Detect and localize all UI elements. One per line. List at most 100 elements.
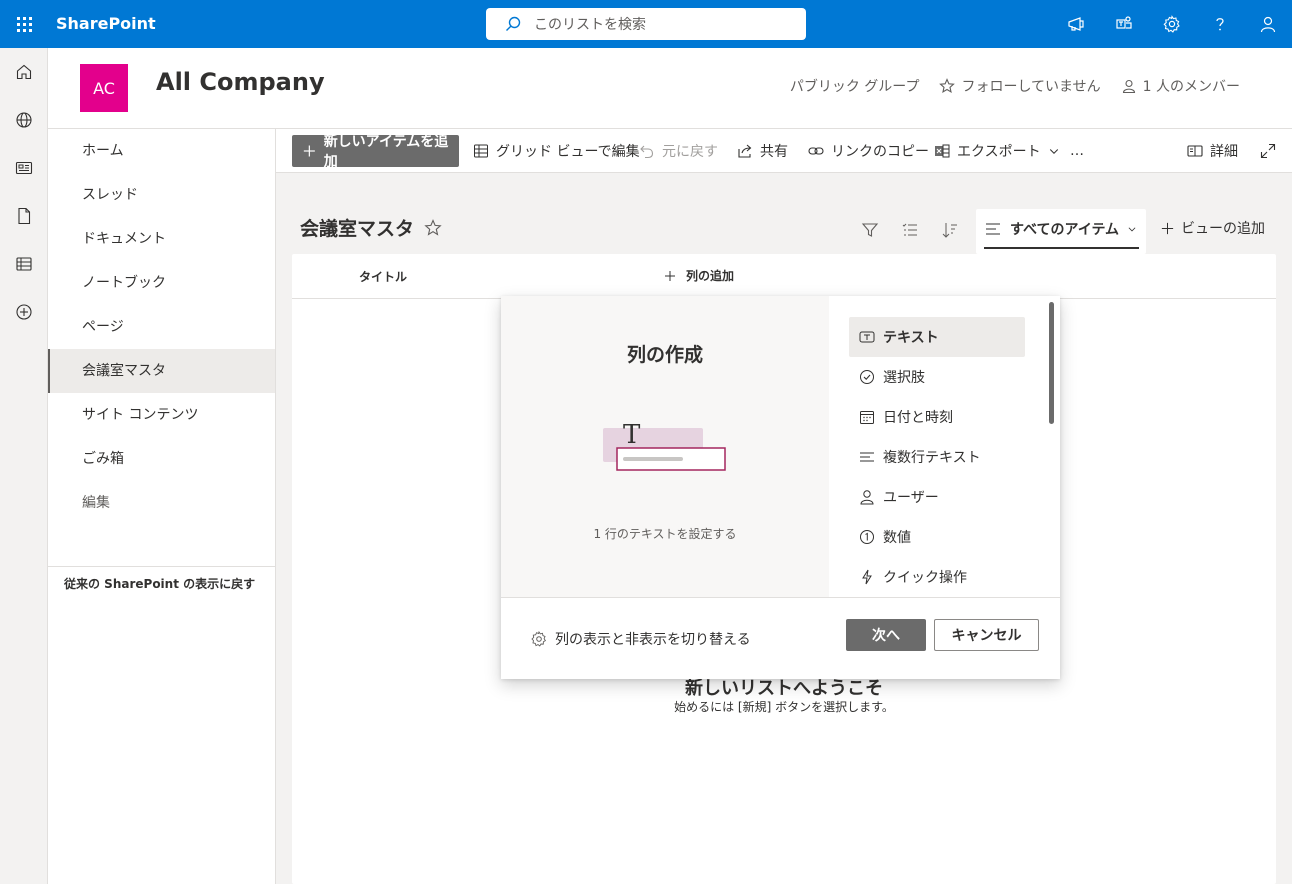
globe-icon	[16, 112, 32, 128]
rail-lists[interactable]	[0, 240, 48, 288]
share-button[interactable]: 共有	[737, 135, 788, 167]
multiline-text-icon	[860, 452, 874, 462]
nav-item-recycle-bin[interactable]: ごみ箱	[48, 437, 275, 481]
column-type-datetime[interactable]: 日付と時刻	[849, 397, 1025, 437]
view-lines-icon	[986, 223, 1000, 235]
type-list-scrollbar[interactable]	[1049, 302, 1054, 424]
column-type-label: ユーザー	[883, 490, 939, 506]
add-view-button[interactable]: ビューの追加	[1160, 218, 1265, 238]
cancel-button[interactable]: キャンセル	[934, 619, 1039, 651]
site-title[interactable]: All Company	[156, 68, 325, 96]
undo-label: 元に戻す	[662, 144, 718, 160]
dialog-preview-pane: 列の作成 T 1 行のテキストを設定する	[501, 296, 829, 597]
excel-icon	[935, 144, 950, 158]
column-type-multiline[interactable]: 複数行テキスト	[849, 437, 1025, 477]
favorite-button[interactable]	[424, 218, 442, 237]
undo-icon	[640, 145, 654, 159]
column-header-title[interactable]: タイトル	[359, 268, 407, 285]
help-button[interactable]	[1196, 0, 1244, 48]
plus-icon	[665, 270, 675, 281]
expand-icon	[1260, 143, 1276, 159]
nav-item-threads[interactable]: スレッド	[48, 173, 275, 217]
text-column-illustration: T	[603, 420, 726, 471]
announcements-button[interactable]	[1052, 0, 1100, 48]
rail-files[interactable]	[0, 192, 48, 240]
new-item-button[interactable]: 新しいアイテムを追加	[292, 134, 459, 170]
app-rail	[0, 48, 48, 884]
list-title-row: 会議室マスタ	[300, 214, 442, 241]
gear-icon	[531, 631, 547, 647]
rail-home[interactable]	[0, 48, 48, 96]
dialog-description: 1 行のテキストを設定する	[593, 527, 737, 541]
site-logo[interactable]: AC	[80, 64, 128, 112]
toggle-columns-link[interactable]: 列の表示と非表示を切り替える	[531, 629, 751, 649]
undo-button[interactable]: 元に戻す	[639, 135, 718, 167]
site-header: AC All Company パブリック グループ フォローしていません 1 人…	[48, 48, 1292, 129]
column-type-label: テキスト	[883, 330, 939, 346]
nav-item-edit[interactable]: 編集	[48, 481, 275, 525]
fullscreen-button[interactable]	[1260, 135, 1276, 167]
news-icon	[15, 161, 33, 175]
view-underline	[984, 247, 1139, 249]
group-by-button[interactable]	[890, 210, 930, 250]
nav-item-notebook[interactable]: ノートブック	[48, 261, 275, 305]
suite-bar: SharePoint このリストを検索	[0, 0, 1292, 48]
teams-chat-icon	[1116, 16, 1132, 29]
nav-divider	[48, 566, 275, 567]
column-type-text[interactable]: テキスト	[849, 317, 1025, 357]
number-circle-icon	[860, 530, 874, 544]
rail-sites[interactable]	[0, 96, 48, 144]
column-type-user[interactable]: ユーザー	[849, 477, 1025, 517]
add-column-button[interactable]: 列の追加	[664, 267, 734, 284]
nav-item-meeting-room-master[interactable]: 会議室マスタ	[48, 349, 275, 393]
members-button[interactable]: 1 人のメンバー	[1121, 76, 1240, 96]
export-button[interactable]: エクスポート	[934, 135, 1060, 167]
sort-button[interactable]	[930, 210, 970, 250]
rail-create[interactable]	[0, 288, 48, 336]
column-type-choice[interactable]: 選択肢	[849, 357, 1025, 397]
copy-link-label: リンクのコピー	[831, 144, 929, 160]
search-icon	[506, 16, 521, 31]
list-icon	[16, 257, 32, 271]
new-item-label: 新しいアイテムを追加	[323, 134, 449, 170]
nav-item-site-contents[interactable]: サイト コンテンツ	[48, 393, 275, 437]
next-button[interactable]: 次へ	[846, 619, 926, 651]
column-type-label: 数値	[883, 530, 911, 546]
grid-edit-button[interactable]: グリッド ビューで編集	[473, 135, 640, 167]
sort-icon	[942, 223, 957, 238]
details-button[interactable]: 詳細	[1187, 135, 1238, 167]
more-commands-button[interactable]: …	[1070, 135, 1084, 167]
megaphone-icon	[1068, 17, 1084, 31]
app-launcher-button[interactable]	[0, 0, 48, 48]
search-input[interactable]: このリストを検索	[486, 8, 806, 40]
settings-button[interactable]	[1148, 0, 1196, 48]
privacy-text: パブリック グループ	[789, 79, 920, 95]
rail-news[interactable]	[0, 144, 48, 192]
plus-icon	[303, 145, 315, 157]
column-type-quick-action[interactable]: クイック操作	[849, 557, 1025, 597]
revert-classic-link[interactable]: 従来の SharePoint の表示に戻す	[64, 575, 255, 592]
nav-item-pages[interactable]: ページ	[48, 305, 275, 349]
column-type-number[interactable]: 数値	[849, 517, 1025, 557]
account-button[interactable]	[1244, 0, 1292, 48]
privacy-label: パブリック グループ	[790, 76, 920, 96]
follow-button[interactable]: フォローしていません	[939, 76, 1101, 96]
plus-icon	[1161, 222, 1174, 234]
copy-link-button[interactable]: リンクのコピー	[808, 135, 929, 167]
view-tools	[850, 210, 970, 250]
column-type-label: クイック操作	[883, 570, 967, 586]
nav-item-documents[interactable]: ドキュメント	[48, 217, 275, 261]
add-view-label: ビューの追加	[1181, 221, 1265, 237]
document-icon	[18, 207, 31, 225]
view-dropdown[interactable]: すべてのアイテム	[984, 209, 1137, 249]
list-title: 会議室マスタ	[300, 218, 415, 240]
nav-item-home[interactable]: ホーム	[48, 129, 275, 173]
waffle-icon	[16, 16, 32, 32]
list-view-icon	[902, 223, 917, 236]
left-navigation: ホーム スレッド ドキュメント ノートブック ページ 会議室マスタ サイト コン…	[48, 129, 276, 884]
column-type-label: 日付と時刻	[883, 410, 953, 426]
brand-name[interactable]: SharePoint	[56, 0, 156, 48]
filter-button[interactable]	[850, 210, 890, 250]
teams-button[interactable]	[1100, 0, 1148, 48]
person-icon	[860, 490, 874, 505]
